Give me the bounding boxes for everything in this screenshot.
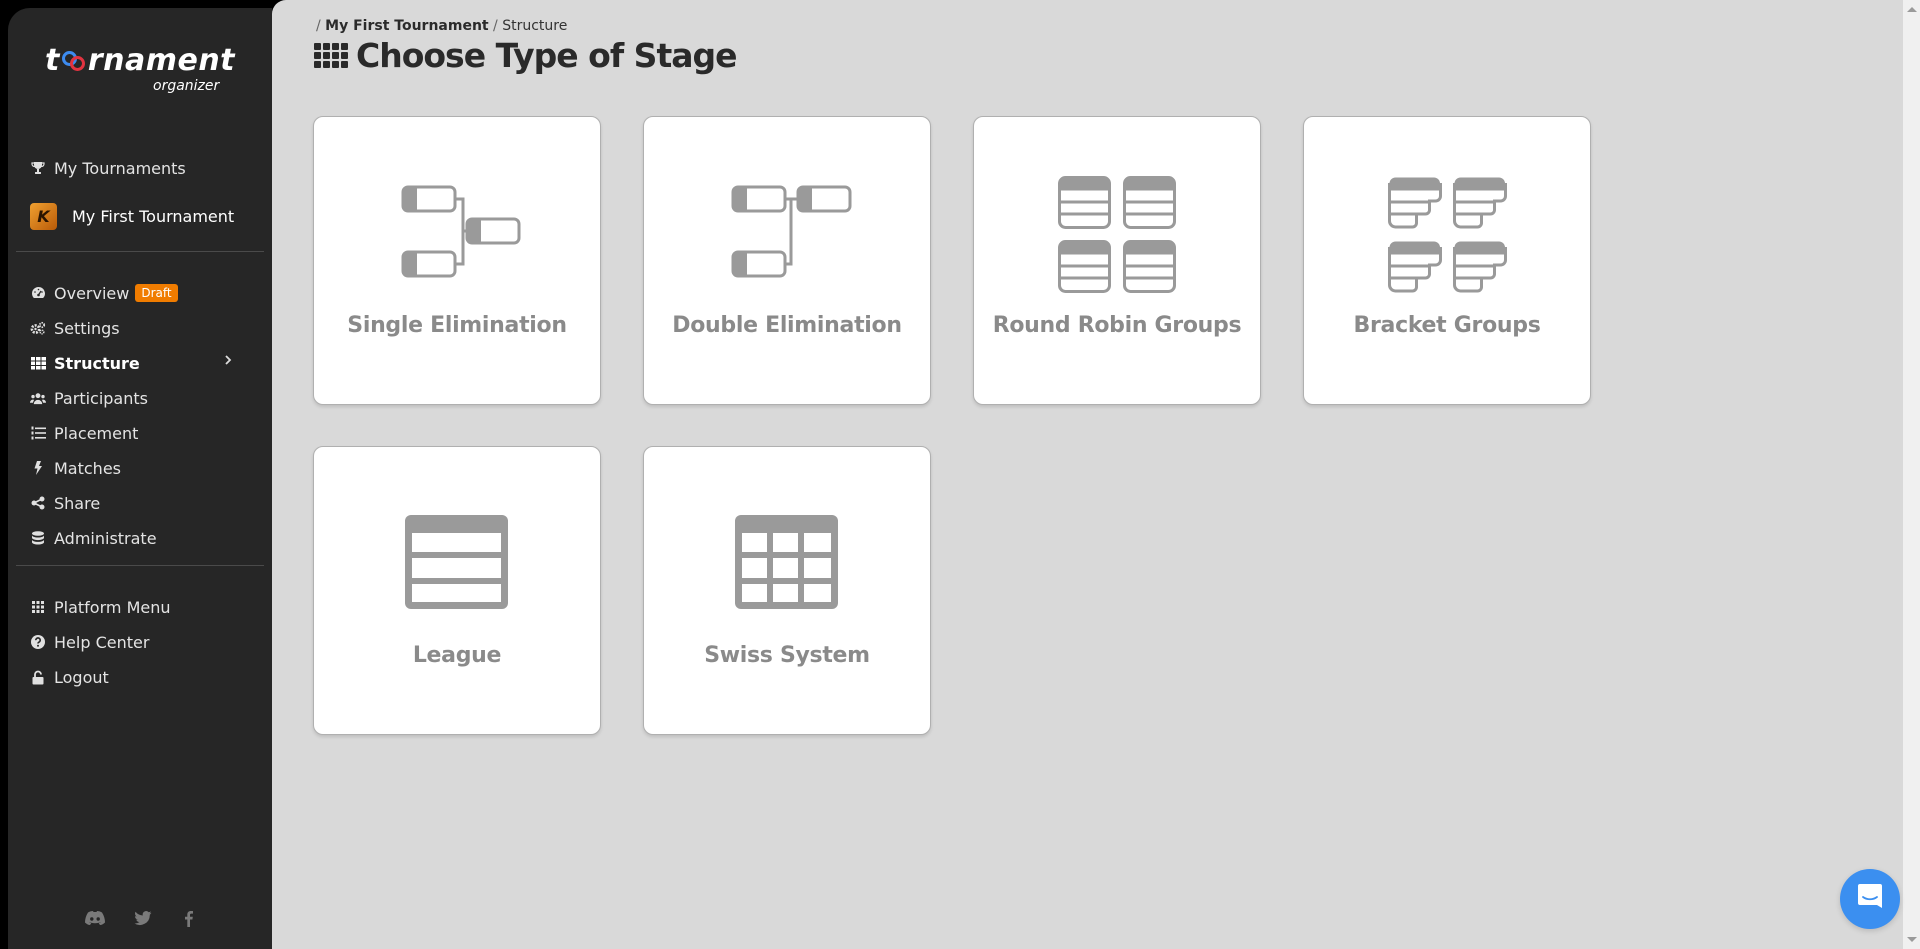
grid-icon [314, 43, 348, 68]
sidebar-item-administrate[interactable]: Administrate [30, 525, 157, 551]
stage-card-double-elimination[interactable]: Double Elimination [643, 116, 931, 405]
app-window: t rnament organizer My Tournaments K My … [0, 0, 1920, 949]
stage-card-label: Bracket Groups [1353, 313, 1541, 338]
breadcrumb-tournament-link[interactable]: My First Tournament [325, 18, 488, 34]
breadcrumb: / My First Tournament / Structure [316, 18, 568, 34]
sidebar-divider [16, 565, 264, 566]
chevron-right-icon [224, 354, 232, 370]
database-icon [30, 530, 46, 546]
double-elimination-icon [731, 185, 852, 278]
swiss-system-icon [735, 515, 838, 609]
chat-icon [1856, 882, 1884, 916]
stage-card-swiss-system[interactable]: Swiss System [643, 446, 931, 735]
sidebar-item-label: Matches [54, 458, 121, 478]
logo-text-start: t [44, 43, 60, 78]
stage-card-league[interactable]: League [313, 446, 601, 735]
stage-card-label: Double Elimination [672, 313, 902, 338]
sidebar-item-label: Settings [54, 318, 120, 338]
breadcrumb-current: Structure [502, 18, 568, 34]
sidebar-item-label: Placement [54, 423, 139, 443]
sidebar-item-label: Structure [54, 353, 140, 373]
facebook-link[interactable] [180, 910, 196, 930]
sidebar-item-overview[interactable]: Overview Draft [30, 280, 178, 306]
sidebar-item-matches[interactable]: Matches [30, 455, 121, 481]
stage-card-bracket-groups[interactable]: Bracket Groups [1303, 116, 1591, 405]
share-icon [30, 495, 46, 511]
sidebar-item-help-center[interactable]: Help Center [30, 629, 149, 655]
bolt-icon [30, 460, 46, 476]
stage-card-label: Round Robin Groups [992, 313, 1242, 338]
page-title: Choose Type of Stage [314, 36, 737, 75]
stage-card-label: League [412, 643, 502, 668]
sidebar-item-participants[interactable]: Participants [30, 385, 148, 411]
facebook-icon [184, 910, 193, 931]
twitter-icon [134, 910, 152, 930]
sidebar-item-settings[interactable]: Settings [30, 315, 120, 341]
logo-text-end: rnament [87, 43, 236, 78]
league-icon [405, 515, 508, 609]
sidebar-item-label: Participants [54, 388, 148, 408]
grid-icon [30, 355, 46, 371]
sidebar-item-label: Platform Menu [54, 597, 171, 617]
main-content: / My First Tournament / Structure Choose… [272, 0, 1903, 949]
sidebar-item-my-tournaments[interactable]: My Tournaments [30, 155, 186, 181]
ordered-list-icon [30, 425, 46, 441]
sidebar-item-label: My Tournaments [54, 158, 186, 178]
stage-card-label: Single Elimination [347, 313, 567, 338]
sidebar-item-label: Administrate [54, 528, 157, 548]
tournament-game-avatar: K [30, 202, 57, 230]
users-icon [30, 390, 46, 406]
page-scrollbar[interactable] [1903, 0, 1920, 949]
chat-launcher-button[interactable] [1840, 869, 1900, 929]
sidebar-item-structure[interactable]: Structure [30, 350, 140, 376]
stage-card-round-robin-groups[interactable]: Round Robin Groups [973, 116, 1261, 405]
sidebar-item-placement[interactable]: Placement [30, 420, 138, 446]
sidebar-current-tournament[interactable]: K My First Tournament [30, 201, 234, 231]
logo-wordmark: t rnament [45, 46, 235, 76]
unlock-icon [30, 669, 46, 685]
logo[interactable]: t rnament organizer [8, 46, 272, 95]
sidebar-item-logout[interactable]: Logout [30, 664, 109, 690]
round-robin-groups-icon [1058, 176, 1177, 293]
discord-icon [84, 910, 106, 930]
twitter-link[interactable] [132, 910, 154, 930]
sidebar-item-share[interactable]: Share [30, 490, 100, 516]
scroll-down-arrow-icon[interactable] [1907, 937, 1917, 942]
status-badge: Draft [135, 284, 178, 302]
single-elimination-icon [401, 185, 521, 278]
gears-icon [30, 320, 46, 336]
trophy-icon [30, 160, 46, 176]
sidebar: t rnament organizer My Tournaments K My … [8, 8, 272, 949]
stage-card-single-elimination[interactable]: Single Elimination [313, 116, 601, 405]
sidebar-item-label: Share [54, 493, 101, 513]
discord-link[interactable] [82, 910, 108, 930]
logo-rings-icon [61, 51, 87, 71]
sidebar-item-label: Help Center [54, 632, 150, 652]
dashboard-icon [30, 285, 46, 301]
question-circle-icon [30, 634, 46, 650]
sidebar-item-label: Overview [54, 283, 130, 303]
grid-small-icon [30, 599, 46, 615]
bracket-groups-icon [1388, 176, 1507, 293]
sidebar-divider [16, 251, 264, 252]
page-title-text: Choose Type of Stage [356, 36, 737, 75]
sidebar-item-platform-menu[interactable]: Platform Menu [30, 594, 171, 620]
stage-card-label: Swiss System [704, 643, 870, 668]
sidebar-item-label: My First Tournament [72, 206, 235, 226]
logo-subtitle: organizer [153, 78, 220, 94]
sidebar-item-label: Logout [54, 667, 109, 687]
scroll-up-arrow-icon[interactable] [1907, 7, 1917, 12]
